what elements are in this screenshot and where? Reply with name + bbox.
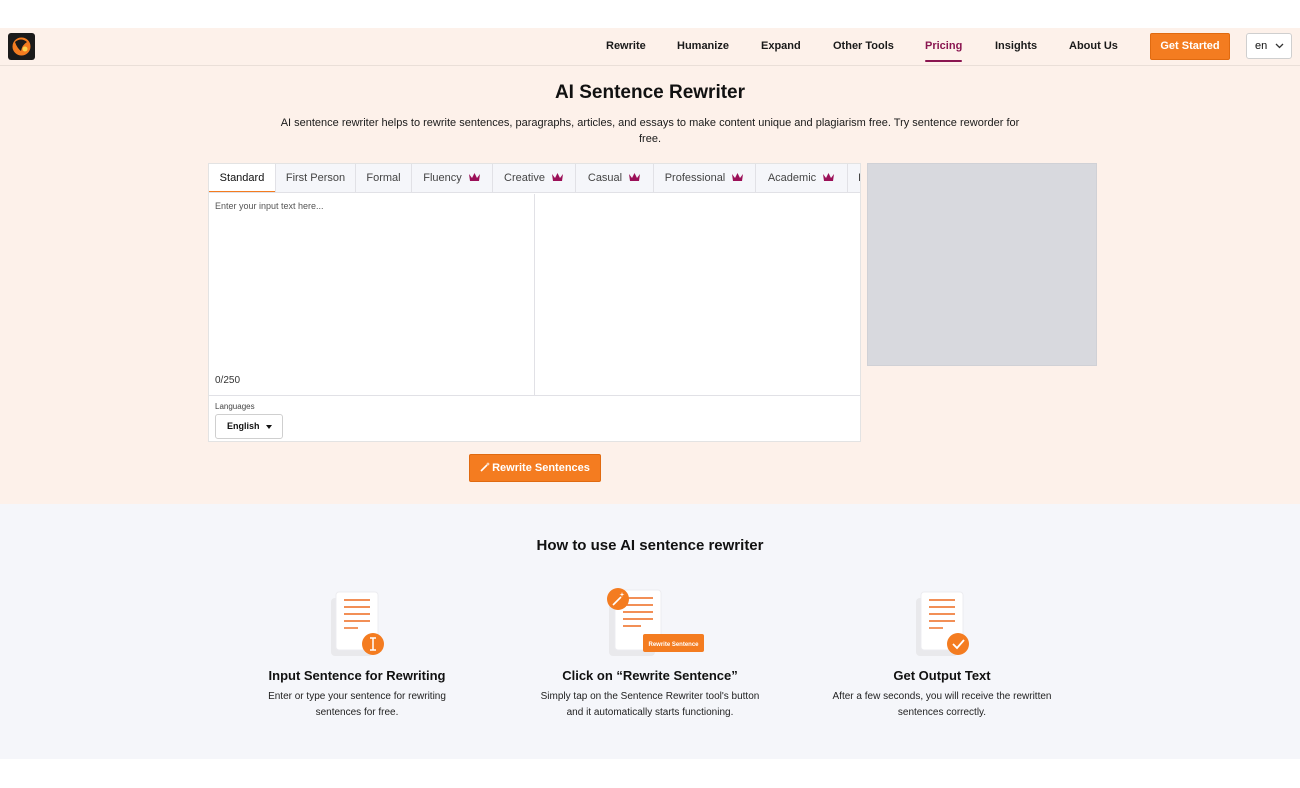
nav-rewrite[interactable]: Rewrite: [606, 28, 646, 66]
language-dropdown-value: English: [227, 421, 260, 431]
input-pane: 0/250: [209, 194, 535, 395]
site-header: Rewrite Humanize Expand Other Tools Pric…: [0, 28, 1300, 66]
crown-icon: [551, 172, 564, 182]
tab-casual[interactable]: Casual: [576, 164, 654, 192]
crown-icon: [468, 172, 481, 182]
tab-label: Academic: [767, 172, 817, 184]
step-title: Input Sentence for Rewriting: [268, 668, 446, 683]
tab-label: Fluency: [423, 172, 462, 184]
document-cursor-icon: [227, 588, 487, 658]
tool-divider: [209, 395, 860, 396]
languages-label: Languages: [215, 402, 255, 411]
how-to-section: How to use AI sentence rewriter Input Se…: [0, 504, 1300, 759]
nav-about-us[interactable]: About Us: [1069, 28, 1118, 66]
tab-label: I: [858, 172, 860, 184]
rewrite-sentences-button[interactable]: Rewrite Sentences: [469, 454, 601, 482]
step-card: Get Output Text After a few seconds, you…: [812, 588, 1072, 721]
tab-creative[interactable]: Creative: [493, 164, 576, 192]
hero-section: AI Sentence Rewriter AI sentence rewrite…: [0, 66, 1300, 504]
caret-down-icon: [266, 425, 272, 429]
tab-academic[interactable]: Academic: [756, 164, 848, 192]
step-title: Click on “Rewrite Sentence”: [562, 668, 738, 683]
crown-icon: [822, 172, 835, 182]
document-check-icon: [812, 588, 1072, 658]
nav-insights[interactable]: Insights: [995, 28, 1037, 66]
page-title: AI Sentence Rewriter: [554, 82, 746, 103]
get-started-button[interactable]: Get Started: [1150, 33, 1230, 60]
nav-pricing[interactable]: Pricing: [925, 28, 963, 66]
document-button-icon: Rewrite Sentence: [520, 588, 780, 658]
language-select-value: en: [1255, 40, 1268, 52]
chevron-down-icon: [1275, 34, 1284, 68]
step-description: Simply tap on the Sentence Rewriter tool…: [540, 691, 760, 718]
mode-tabs: Standard First Person Formal Fluency Cre…: [209, 164, 860, 193]
magic-wand-icon: [480, 456, 491, 472]
tab-label: Formal: [366, 172, 401, 184]
language-select[interactable]: en: [1246, 33, 1292, 59]
output-pane: [535, 194, 860, 395]
tab-label: Professional: [664, 172, 726, 184]
tab-label: Creative: [504, 172, 545, 184]
language-dropdown[interactable]: English: [215, 414, 283, 439]
crown-icon: [628, 172, 641, 182]
input-textarea[interactable]: [209, 194, 534, 364]
bottom-spacer: [0, 759, 1300, 788]
illustration-button-label: Rewrite Sentence: [648, 642, 699, 648]
step-description: Enter or type your sentence for rewritin…: [268, 691, 446, 718]
tab-formal[interactable]: Formal: [356, 164, 412, 192]
tab-label: Standard: [219, 172, 265, 184]
step-card: Rewrite Sentence Click on “Rewrite Sente…: [520, 588, 780, 721]
rewrite-sentences-label: Rewrite Sentences: [492, 462, 590, 474]
tab-overflow[interactable]: I: [848, 164, 860, 192]
step-description: After a few seconds, you will receive th…: [832, 691, 1052, 718]
tab-professional[interactable]: Professional: [654, 164, 756, 192]
step-card: Input Sentence for Rewriting Enter or ty…: [227, 588, 487, 721]
nav-expand[interactable]: Expand: [761, 28, 801, 66]
character-counter: 0/250: [215, 375, 241, 386]
crown-icon: [731, 172, 744, 182]
tab-label: Casual: [587, 172, 623, 184]
ad-placeholder: [867, 163, 1097, 366]
tab-label: First Person: [285, 172, 346, 184]
app-logo-icon[interactable]: [8, 33, 35, 60]
top-spacer: [0, 0, 1300, 28]
step-title: Get Output Text: [893, 668, 991, 683]
how-to-title: How to use AI sentence rewriter: [536, 537, 764, 554]
tab-standard[interactable]: Standard: [209, 164, 276, 192]
nav-other-tools[interactable]: Other Tools: [833, 28, 894, 66]
rewriter-tool: Standard First Person Formal Fluency Cre…: [208, 163, 861, 442]
nav-humanize[interactable]: Humanize: [677, 28, 729, 66]
tab-first-person[interactable]: First Person: [276, 164, 356, 192]
tab-fluency[interactable]: Fluency: [412, 164, 493, 192]
page-subtitle: AI sentence rewriter helps to rewrite se…: [280, 117, 1020, 145]
